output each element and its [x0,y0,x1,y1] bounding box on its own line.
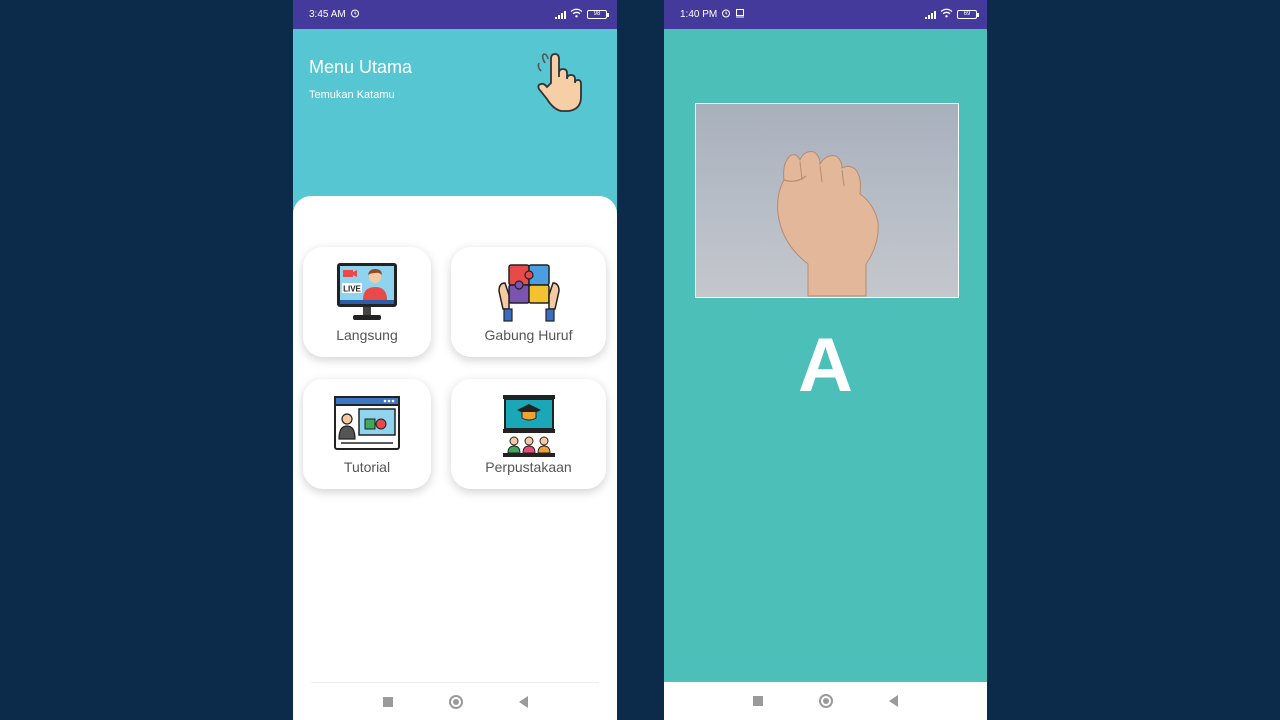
menu-card-gabung-huruf[interactable]: Gabung Huruf [451,247,606,357]
home-button[interactable] [819,694,833,708]
phone-menu-screen: 3:45 AM 98 Menu Utama Temukan Katamu LIV… [293,0,617,720]
puzzle-hands-icon [497,264,560,322]
screenshot-notification-icon [735,8,745,21]
status-time: 1:40 PM [680,9,718,20]
status-time: 3:45 AM [309,9,346,20]
pointing-hand-icon [531,49,591,120]
signal-icon [925,10,936,19]
battery-icon: 69 [957,10,979,19]
menu-card-langsung[interactable]: LIVE Langsung [303,247,431,357]
menu-card-perpustakaan[interactable]: Perpustakaan [451,379,606,489]
battery-icon: 98 [587,10,609,19]
camera-preview [695,103,959,298]
phone-camera-screen: 1:40 PM 69 A [664,0,987,720]
status-bar: 1:40 PM 69 [664,0,987,29]
page-title: Menu Utama [309,57,413,77]
menu-label-tutorial: Tutorial [343,459,391,475]
live-badge-text: LIVE [343,285,361,294]
menu-card-tutorial[interactable]: Tutorial [303,379,431,489]
nav-bar [664,682,987,720]
recents-button[interactable] [382,696,393,707]
alarm-icon [350,8,360,21]
live-monitor-icon: LIVE [337,263,397,320]
back-button[interactable] [518,695,528,708]
menu-label-gabung-huruf: Gabung Huruf [484,327,573,343]
graduation-classroom-icon [502,395,555,457]
recents-button[interactable] [753,696,763,706]
home-button[interactable] [448,694,463,709]
back-button[interactable] [889,695,898,707]
signal-icon [555,10,566,19]
tutorial-presentation-icon [334,396,400,450]
wifi-icon [940,8,953,21]
nav-bar [311,682,599,720]
page-subtitle: Temukan Katamu [309,89,395,101]
menu-label-langsung: Langsung [336,327,398,343]
alarm-icon [721,8,731,21]
status-bar: 3:45 AM 98 [293,0,617,29]
wifi-icon [570,8,583,21]
detected-letter: A [798,323,853,408]
fist-hand-sign-icon [777,151,879,297]
menu-label-perpustakaan: Perpustakaan [485,459,572,475]
